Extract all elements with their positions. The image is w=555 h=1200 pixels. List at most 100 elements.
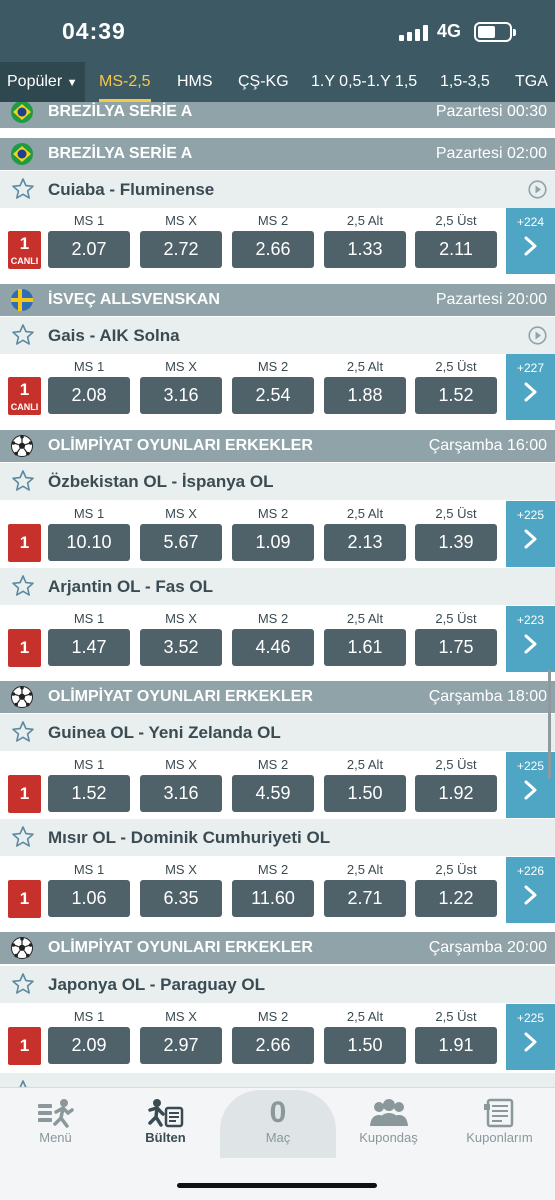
nav-bulten[interactable]: Bülten xyxy=(110,1088,221,1158)
nav-kupondas[interactable]: Kupondaş xyxy=(333,1088,444,1158)
odds-button[interactable]: 4.59 xyxy=(232,775,314,812)
odds-button[interactable]: 1.88 xyxy=(324,377,406,414)
odds-button[interactable]: 2.72 xyxy=(140,231,222,268)
odds-column: 2,5 Üst 1.52 xyxy=(415,354,497,414)
star-icon[interactable] xyxy=(11,177,35,201)
odds-label: MS 1 xyxy=(73,506,105,521)
match-row[interactable]: Guinea OL - Yeni Zelanda OL xyxy=(0,714,555,751)
odds-button[interactable]: 2.66 xyxy=(232,1027,314,1064)
star-icon[interactable] xyxy=(11,825,35,849)
network-type: 4G xyxy=(437,21,462,41)
odds-column: MS 1 1.47 xyxy=(48,606,130,666)
odds-column: MS X 3.16 xyxy=(140,752,222,812)
odds-column: 2,5 Üst 1.91 xyxy=(415,1004,497,1064)
status-time: 04:39 xyxy=(62,18,126,44)
odds-button[interactable]: 3.16 xyxy=(140,775,222,812)
odds-button[interactable]: 1.91 xyxy=(415,1027,497,1064)
odds-button[interactable]: 2.11 xyxy=(415,231,497,268)
odds-column: MS X 6.35 xyxy=(140,857,222,917)
odds-button[interactable]: 5.67 xyxy=(140,524,222,561)
live-label: CANLI xyxy=(10,256,39,266)
nav-menu[interactable]: Menü xyxy=(0,1088,111,1158)
more-markets-button[interactable]: +225 xyxy=(506,501,555,567)
league-date: Pazartesi 02:00 xyxy=(435,145,547,162)
odds-label: MS 1 xyxy=(73,1009,105,1024)
match-row[interactable]: Japonya OL - Paraguay OL xyxy=(0,966,555,1003)
odds-button[interactable]: 1.47 xyxy=(48,629,130,666)
odds-button[interactable]: 3.52 xyxy=(140,629,222,666)
match-name: Gais - AIK Solna xyxy=(48,326,180,345)
odds-button[interactable]: 2.09 xyxy=(48,1027,130,1064)
star-icon[interactable] xyxy=(11,972,35,996)
odds-button[interactable]: 4.46 xyxy=(232,629,314,666)
tab-ms-2-5[interactable]: MS-2,5 xyxy=(99,62,151,102)
odds-button[interactable]: 1.50 xyxy=(324,1027,406,1064)
odds-button[interactable]: 2.08 xyxy=(48,377,130,414)
odds-button[interactable]: 2.97 xyxy=(140,1027,222,1064)
more-markets-button[interactable]: +225 xyxy=(506,1004,555,1070)
match-row[interactable]: Mısır OL - Dominik Cumhuriyeti OL xyxy=(0,819,555,856)
odds-button[interactable]: 1.52 xyxy=(48,775,130,812)
odds-button[interactable]: 2.13 xyxy=(324,524,406,561)
chevron-right-icon xyxy=(521,529,539,549)
event-badge: 1 xyxy=(8,775,41,813)
odds-button[interactable]: 2.71 xyxy=(324,880,406,917)
more-markets-button[interactable]: +226 xyxy=(506,857,555,923)
live-stream-icon[interactable] xyxy=(528,326,547,345)
odds-button[interactable]: 2.66 xyxy=(232,231,314,268)
odds-column: MS X 2.97 xyxy=(140,1004,222,1064)
soccer-ball-icon xyxy=(11,937,33,959)
odds-button[interactable]: 11.60 xyxy=(232,880,314,917)
star-icon[interactable] xyxy=(11,323,35,347)
tab-tga[interactable]: TGA xyxy=(515,62,548,102)
odds-column: MS 1 2.07 xyxy=(48,208,130,268)
tab-hms[interactable]: HMS xyxy=(177,62,213,102)
odds-button[interactable]: 6.35 xyxy=(140,880,222,917)
odds-button[interactable]: 1.61 xyxy=(324,629,406,666)
match-row[interactable]: Gais - AIK Solna xyxy=(0,317,555,354)
odds-button[interactable]: 1.09 xyxy=(232,524,314,561)
tab-populer[interactable]: Popüler ▼ xyxy=(0,62,85,102)
odds-row: 1 MS 1 1.47 MS X 3.52 MS 2 4.46 2,5 Alt 1.61 2,5 … xyxy=(0,606,555,672)
odds-button[interactable]: 1.22 xyxy=(415,880,497,917)
odds-button[interactable]: 1.75 xyxy=(415,629,497,666)
odds-column: 2,5 Alt 1.88 xyxy=(324,354,406,414)
more-markets-button[interactable]: +227 xyxy=(506,354,555,420)
odds-button[interactable]: 2.07 xyxy=(48,231,130,268)
league-date: Pazartesi 20:00 xyxy=(435,291,547,308)
odds-button[interactable]: 1.39 xyxy=(415,524,497,561)
odds-button[interactable]: 3.16 xyxy=(140,377,222,414)
odds-button[interactable]: 2.54 xyxy=(232,377,314,414)
odds-button[interactable]: 1.92 xyxy=(415,775,497,812)
match-row[interactable] xyxy=(0,1073,555,1087)
odds-column: 2,5 Üst 2.11 xyxy=(415,208,497,268)
nav-kuponlarim-label: Kuponlarım xyxy=(466,1130,533,1145)
odds-column: 2,5 Alt 1.50 xyxy=(324,752,406,812)
star-icon[interactable] xyxy=(11,1079,35,1087)
star-icon[interactable] xyxy=(11,469,35,493)
odds-button[interactable]: 1.33 xyxy=(324,231,406,268)
tab-1y-0-5-1y-1-5[interactable]: 1.Y 0,5-1.Y 1,5 xyxy=(311,62,417,102)
odds-button[interactable]: 1.52 xyxy=(415,377,497,414)
star-icon[interactable] xyxy=(11,574,35,598)
star-icon[interactable] xyxy=(11,720,35,744)
odds-button[interactable]: 10.10 xyxy=(48,524,130,561)
nav-mac-counter[interactable]: 0 Maç xyxy=(220,1090,336,1158)
nav-mac-label: Maç xyxy=(265,1130,291,1145)
odds-button[interactable]: 1.06 xyxy=(48,880,130,917)
nav-kuponlarim[interactable]: Kuponlarım xyxy=(444,1088,555,1158)
more-markets-button[interactable]: +223 xyxy=(506,606,555,672)
odds-column: MS 2 4.59 xyxy=(232,752,314,812)
chevron-right-icon xyxy=(521,1032,539,1052)
odds-label: MS 2 xyxy=(257,757,289,772)
match-row[interactable]: Özbekistan OL - İspanya OL xyxy=(0,463,555,500)
odds-label: 2,5 Alt xyxy=(346,611,384,626)
tab-1-5-3-5[interactable]: 1,5-3,5 xyxy=(440,62,490,102)
match-row[interactable]: Arjantin OL - Fas OL xyxy=(0,568,555,605)
live-stream-icon[interactable] xyxy=(528,180,547,199)
odds-button[interactable]: 1.50 xyxy=(324,775,406,812)
match-row[interactable]: Cuiaba - Fluminense xyxy=(0,171,555,208)
tab-cs-kg[interactable]: ÇŞ-KG xyxy=(238,62,289,102)
more-markets-button[interactable]: +224 xyxy=(506,208,555,274)
scrollbar[interactable] xyxy=(548,669,551,779)
